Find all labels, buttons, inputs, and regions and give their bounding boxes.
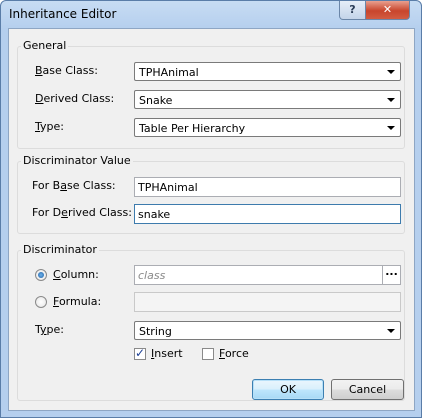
formula-input[interactable] xyxy=(134,292,401,312)
formula-label[interactable]: Formula: xyxy=(53,295,101,308)
dialog-body: General Base Class: TPHAnimal Derived Cl… xyxy=(8,28,415,411)
formula-radio[interactable] xyxy=(35,296,47,308)
radio-selected-icon xyxy=(38,272,44,278)
close-icon: ✕ xyxy=(382,3,393,16)
inheritance-editor-window: Inheritance Editor ? ✕ General Base Clas… xyxy=(0,0,422,418)
chevron-down-icon xyxy=(387,126,395,130)
insert-checkbox[interactable]: ✓ xyxy=(134,346,146,360)
inheritance-type-value: Table Per Hierarchy xyxy=(139,122,246,135)
discriminator-type-select[interactable]: String xyxy=(134,321,401,340)
chevron-down-icon xyxy=(387,98,395,102)
for-base-class-input[interactable]: TPHAnimal xyxy=(134,177,401,197)
derived-class-label: Derived Class: xyxy=(35,92,115,105)
type-label: Type: xyxy=(35,120,64,133)
derived-class-value: Snake xyxy=(139,94,173,107)
for-derived-class-label: For Derived Class: xyxy=(32,206,132,219)
chevron-down-icon xyxy=(387,70,395,74)
discriminator-value-group-title: Discriminator Value xyxy=(21,154,133,167)
close-button[interactable]: ✕ xyxy=(365,1,410,20)
discriminator-type-value: String xyxy=(139,325,172,338)
discriminator-value-group: Discriminator Value For Base Class: TPHA… xyxy=(17,154,405,234)
general-group-title: General xyxy=(21,39,69,52)
for-base-class-label: For Base Class: xyxy=(32,179,116,192)
for-base-class-value: TPHAnimal xyxy=(138,181,198,194)
base-class-select[interactable]: TPHAnimal xyxy=(134,62,401,81)
inheritance-type-select[interactable]: Table Per Hierarchy xyxy=(134,118,401,137)
column-input[interactable]: class ... xyxy=(134,265,401,285)
discriminator-type-label: Type: xyxy=(35,323,64,336)
ok-button[interactable]: OK xyxy=(252,379,324,400)
derived-class-select[interactable]: Snake xyxy=(134,90,401,109)
cancel-button[interactable]: Cancel xyxy=(331,379,404,400)
column-radio[interactable] xyxy=(35,269,47,281)
browse-column-button[interactable]: ... xyxy=(382,266,400,284)
window-title: Inheritance Editor xyxy=(9,7,117,21)
base-class-value: TPHAnimal xyxy=(139,66,199,79)
force-checkbox[interactable] xyxy=(202,348,214,360)
base-class-label: Base Class: xyxy=(35,64,98,77)
checkmark-icon: ✓ xyxy=(135,346,146,360)
column-label[interactable]: Column: xyxy=(53,268,99,281)
insert-label[interactable]: Insert xyxy=(151,347,183,360)
column-placeholder: class xyxy=(138,269,166,282)
force-label[interactable]: Force xyxy=(219,347,249,360)
discriminator-group-title: Discriminator xyxy=(21,243,99,256)
general-group: General Base Class: TPHAnimal Derived Cl… xyxy=(17,39,405,149)
title-bar[interactable]: Inheritance Editor ? ✕ xyxy=(1,1,421,28)
help-icon: ? xyxy=(349,3,356,16)
for-derived-class-input[interactable]: snake xyxy=(134,204,401,224)
help-button[interactable]: ? xyxy=(339,1,366,20)
chevron-down-icon xyxy=(387,329,395,333)
for-derived-class-value: snake xyxy=(138,208,171,221)
